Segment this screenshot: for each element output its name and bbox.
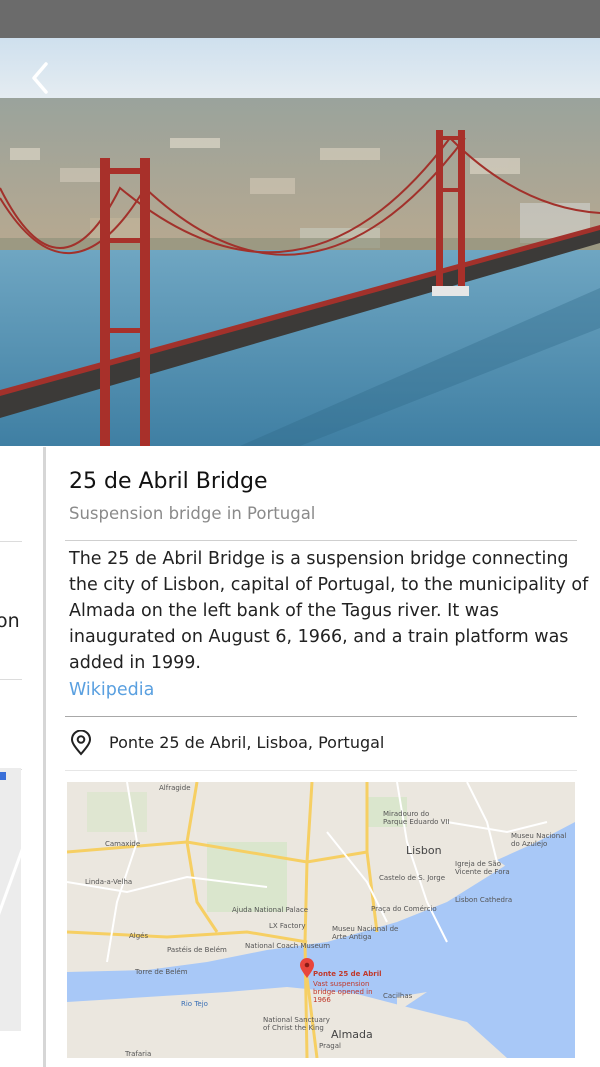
divider [65,540,577,541]
place-description: The 25 de Abril Bridge is a suspension b… [69,549,589,673]
location-map[interactable]: Alfragide Lisbon Camaxide Linda-a-Velha … [67,782,575,1058]
previous-card-text: on [0,610,20,632]
map-label: Rio Tejo [181,1000,208,1008]
location-pin-icon [69,729,93,756]
map-label: National Coach Museum [245,942,331,950]
map-label: National Sanctuary of Christ the King [263,1016,330,1032]
map-label: Almada [331,1028,373,1041]
map-label: Algés [129,932,149,940]
wikipedia-link[interactable]: Wikipedia [69,680,154,700]
place-card: 25 de Abril Bridge Suspension bridge in … [47,447,600,1067]
map-label: Alfragide [159,784,191,792]
chevron-left-icon [32,62,48,94]
map-label: Museu Nacional do Azulejo [511,832,567,848]
map-label: Camaxide [105,840,141,848]
map-label: Lisbon Cathedra [455,896,513,904]
map-label: Pastéis de Belém [167,946,227,954]
map-label: Igreja de São Vicente de Fora [455,860,510,876]
map-label: Ajuda National Palace [232,906,309,914]
map-label: Museu Nacional de Arte Antiga [332,925,399,941]
place-subtitle: Suspension bridge in Portugal [69,504,316,523]
map-label: Praça do Comércio [371,905,437,913]
map-label: Castelo de S. Jorge [379,874,446,882]
map-label: Linda-a-Velha [85,878,133,886]
place-title: 25 de Abril Bridge [69,469,268,494]
divider [65,716,577,717]
status-bar [0,0,600,38]
map-label: Pragal [319,1042,341,1050]
previous-card[interactable]: on [0,447,43,1067]
map-label: Cacilhas [383,992,413,1000]
map-label: Vast suspension bridge opened in 1966 [313,980,373,1004]
map-label: Ponte 25 de Abril [313,970,382,978]
previous-card-map [0,768,35,1031]
map-label: Miradouro do Parque Eduardo VII [383,810,450,826]
map-label: Torre de Belém [135,968,188,976]
back-button[interactable] [22,58,62,98]
divider [0,541,22,542]
divider [65,770,577,771]
card-divider [43,447,46,1067]
map-label: Lisbon [406,844,442,857]
map-label: LX Factory [269,922,306,930]
place-address[interactable]: Ponte 25 de Abril, Lisboa, Portugal [109,733,384,752]
hero-photo [0,38,600,446]
map-label: Trafaria [125,1050,152,1058]
divider [0,679,22,680]
